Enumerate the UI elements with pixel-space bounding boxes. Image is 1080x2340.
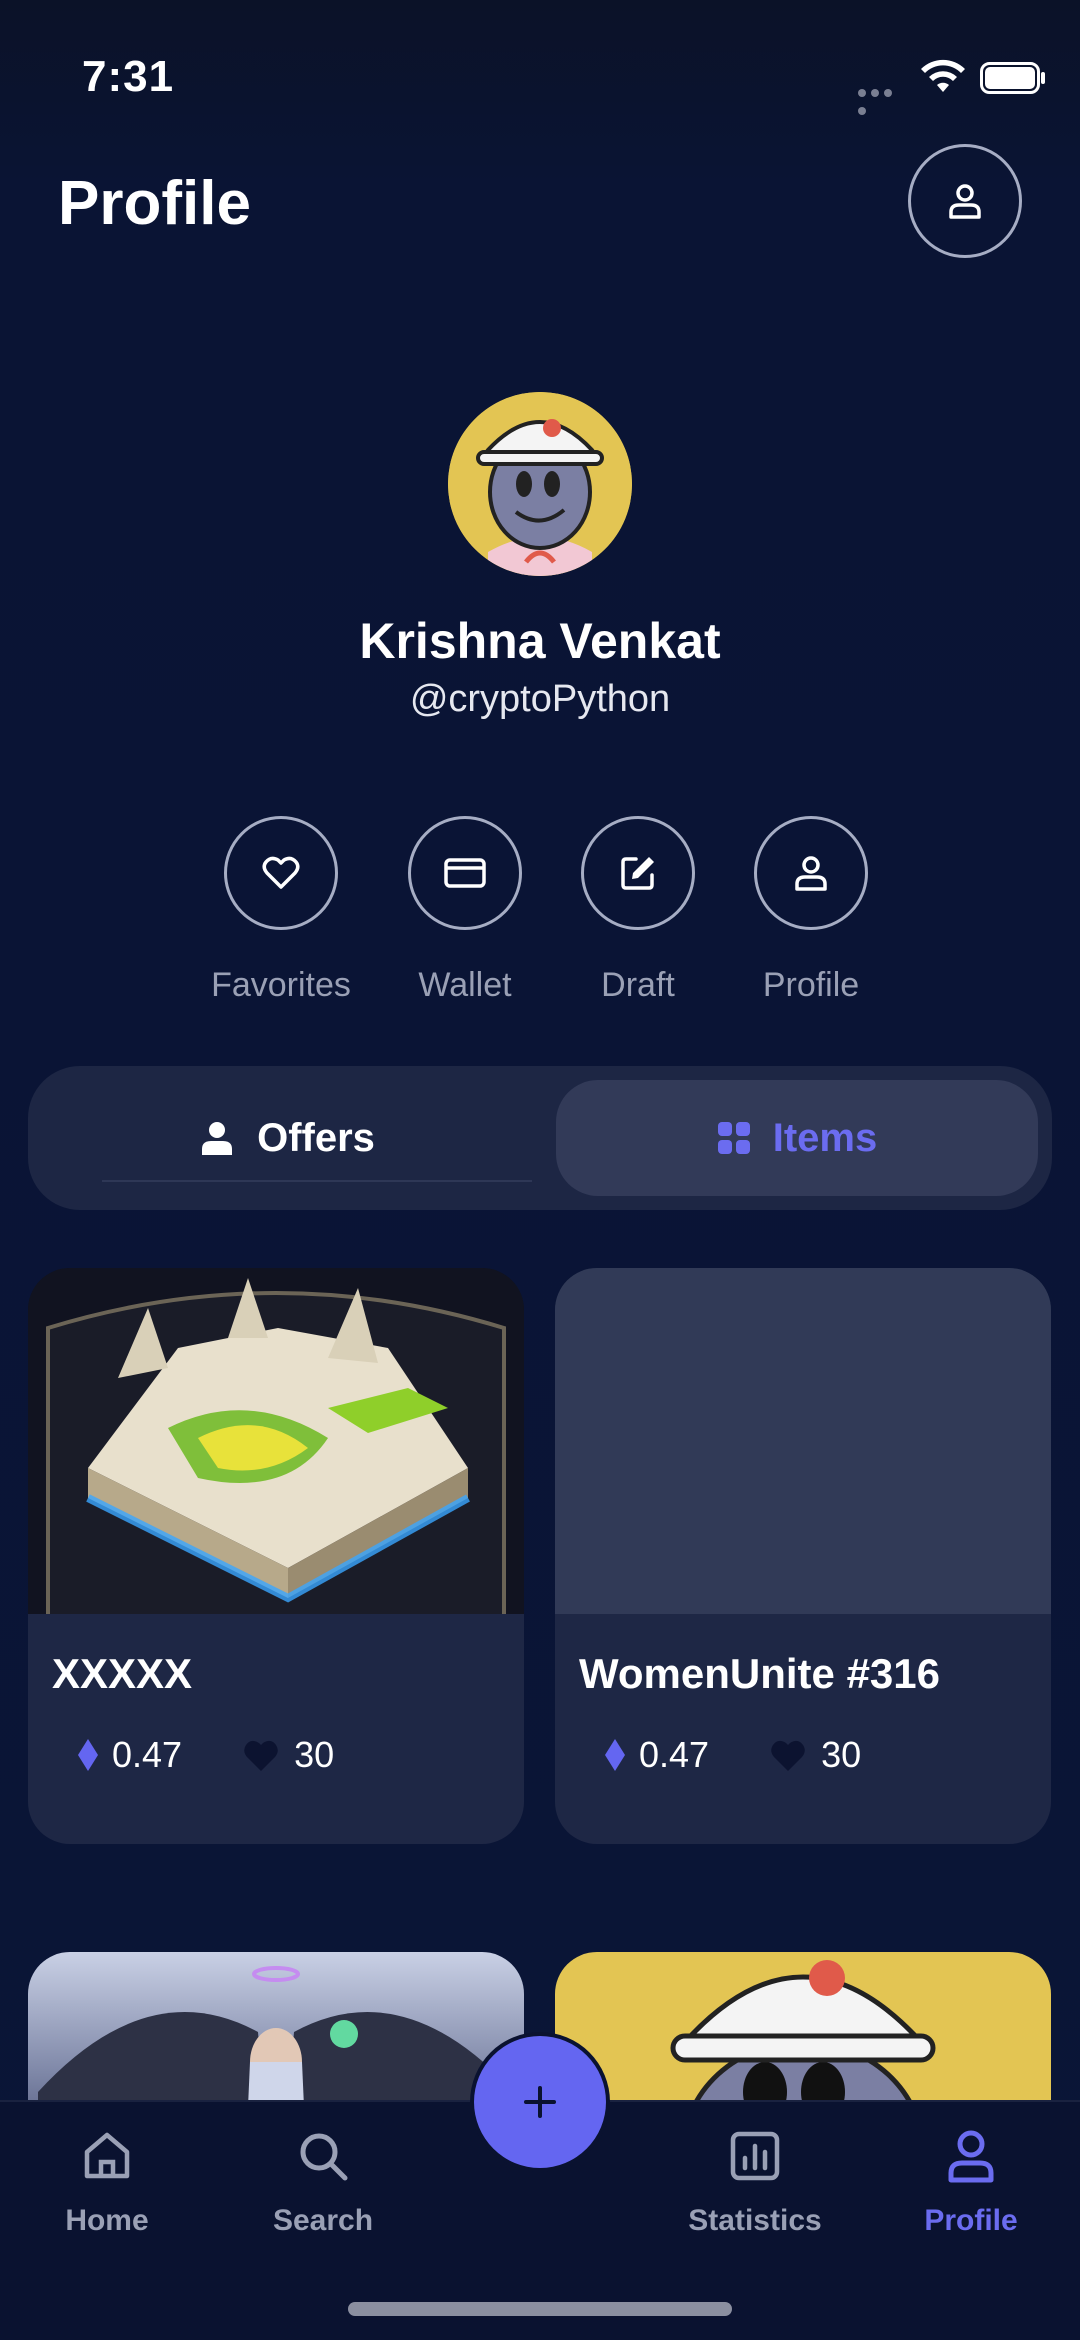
item-likes[interactable]: 30	[769, 1734, 861, 1776]
nav-home-label: Home	[65, 2204, 149, 2237]
segmented-tabs: Offers Items	[28, 1066, 1052, 1210]
bar-chart-icon	[730, 2131, 780, 2181]
wallet-label: Wallet	[418, 966, 512, 1004]
item-price: 0.47	[605, 1734, 709, 1776]
tab-items-label: Items	[772, 1115, 878, 1160]
item-price: 0.47	[78, 1734, 182, 1776]
wallet-icon	[444, 858, 486, 888]
plus-icon	[524, 2086, 556, 2118]
favorites-action[interactable]: Favorites	[201, 816, 361, 1005]
home-indicator	[348, 2302, 732, 2316]
wifi-icon	[921, 59, 965, 92]
nav-statistics[interactable]: Statistics	[655, 2126, 855, 2238]
favorites-button[interactable]	[224, 816, 338, 930]
nav-profile[interactable]: Profile	[871, 2126, 1071, 2238]
profile-label: Profile	[762, 966, 860, 1004]
add-button[interactable]	[474, 2036, 606, 2168]
profile-action[interactable]: Profile	[731, 816, 891, 1005]
ethereum-icon	[605, 1739, 625, 1771]
battery-icon	[980, 62, 1045, 94]
profile-button[interactable]	[754, 816, 868, 930]
item-title: WomenUnite #316	[579, 1650, 940, 1697]
draft-button[interactable]	[581, 816, 695, 930]
favorites-label: Favorites	[211, 966, 351, 1004]
profile-screen: 7:31 Profile Krishna Venkat @cryptoPytho…	[0, 0, 1080, 2340]
ethereum-icon	[78, 1739, 98, 1771]
item-price-value: 0.47	[112, 1734, 183, 1775]
avatar-illustration	[448, 392, 632, 576]
tab-offers-label: Offers	[257, 1115, 375, 1160]
draft-label: Draft	[601, 966, 675, 1004]
wallet-action[interactable]: Wallet	[385, 816, 545, 1005]
grid-icon	[717, 1122, 750, 1154]
account-button[interactable]	[908, 144, 1022, 258]
tab-items[interactable]: Items	[556, 1080, 1038, 1196]
wallet-button[interactable]	[408, 816, 522, 930]
nav-statistics-label: Statistics	[688, 2204, 822, 2237]
item-image-placeholder	[555, 1268, 1051, 1614]
item-image	[28, 1268, 524, 1614]
home-icon	[84, 2132, 130, 2179]
user-icon	[948, 2130, 994, 2183]
status-bar: 7:31	[0, 0, 1080, 150]
user-icon	[795, 856, 827, 891]
draft-action[interactable]: Draft	[558, 816, 718, 1005]
search-icon	[300, 2133, 348, 2181]
status-time: 7:31	[82, 52, 175, 101]
nav-search[interactable]: Search	[223, 2126, 423, 2238]
tab-underline	[102, 1180, 532, 1182]
nav-home[interactable]: Home	[7, 2126, 207, 2238]
item-price-value: 0.47	[639, 1734, 710, 1775]
user-handle: @cryptoPython	[409, 678, 671, 720]
signal-dots-icon	[858, 84, 906, 115]
page-title: Profile	[58, 169, 251, 238]
item-likes[interactable]: 30	[242, 1734, 334, 1776]
heart-icon	[244, 1740, 278, 1771]
edit-icon	[621, 857, 654, 890]
tab-offers[interactable]: Offers	[42, 1080, 532, 1196]
heart-icon	[771, 1740, 805, 1771]
nav-search-label: Search	[272, 2204, 374, 2237]
heart-icon	[262, 856, 300, 889]
item-card[interactable]: XXXXX 0.47 30	[28, 1268, 524, 1844]
user-icon	[202, 1122, 233, 1155]
item-card[interactable]: WomenUnite #316 0.47 30	[555, 1268, 1051, 1844]
item-likes-value: 30	[821, 1734, 862, 1775]
nav-profile-label: Profile	[924, 2204, 1018, 2237]
item-likes-value: 30	[294, 1734, 335, 1775]
item-meta: 0.47 30	[78, 1734, 394, 1776]
avatar	[448, 392, 632, 576]
item-title: XXXXX	[52, 1650, 193, 1697]
user-icon	[949, 184, 981, 219]
user-name: Krishna Venkat	[359, 613, 721, 669]
item-meta: 0.47 30	[605, 1734, 921, 1776]
